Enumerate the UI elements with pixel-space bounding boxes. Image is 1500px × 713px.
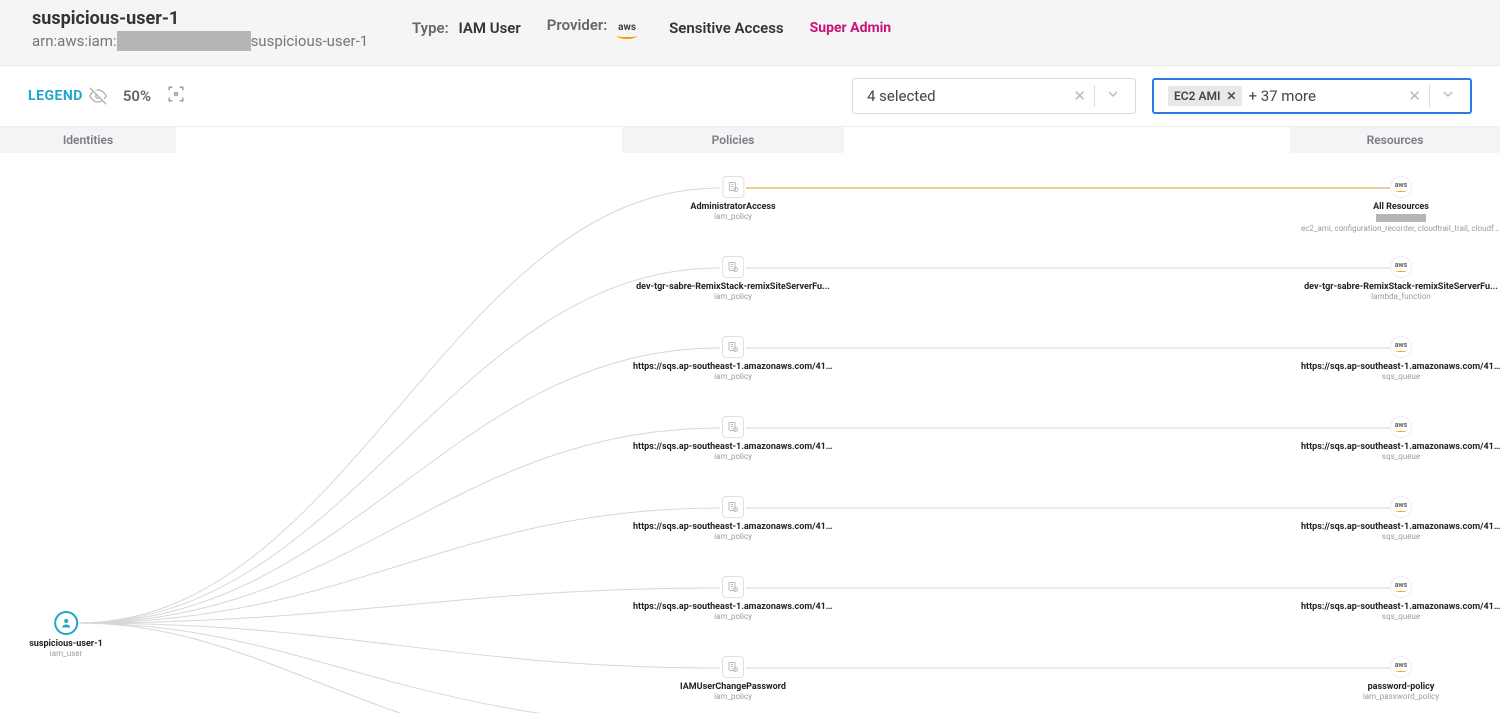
type-field: Type: IAM User: [412, 19, 521, 37]
policy-name: AdministratorAccess: [690, 202, 775, 212]
aws-icon: aws: [1390, 416, 1412, 438]
identity-node[interactable]: suspicious-user-1 iam_user: [29, 611, 103, 658]
policy-icon: [722, 336, 744, 358]
resource-type: iam_password_policy: [1363, 692, 1439, 701]
resource-type: sqs_queue: [1301, 532, 1500, 541]
resource-type: sqs_queue: [1301, 612, 1500, 621]
aws-icon: aws: [1390, 576, 1412, 598]
resource-type: lambda_function: [1304, 292, 1498, 301]
policy-type: iam_policy: [633, 532, 833, 541]
resource-name: https://sqs.ap-southeast-1.amazonaws.com…: [1301, 362, 1500, 372]
aws-icon: aws: [1390, 496, 1412, 518]
col-policies: Policies: [622, 127, 844, 153]
chip-label: EC2 AMI: [1174, 89, 1220, 103]
aws-icon: aws: [1390, 336, 1412, 358]
chevron-down-icon[interactable]: [1430, 86, 1462, 106]
policy-node[interactable]: AdministratorAccessiam_policy: [690, 176, 775, 221]
graph-canvas[interactable]: suspicious-user-1 iam_user Administrator…: [0, 153, 1500, 713]
policy-icon: [722, 176, 744, 198]
resource-name: password-policy: [1363, 682, 1439, 692]
redacted-bar: [1376, 214, 1426, 222]
policy-node[interactable]: https://sqs.ap-southeast-1.amazonaws.com…: [633, 576, 833, 621]
resource-node[interactable]: aws https://sqs.ap-southeast-1.amazonaws.…: [1301, 496, 1500, 541]
policy-type: iam_policy: [633, 372, 833, 381]
policy-icon: [722, 656, 744, 678]
identity-type: iam_user: [29, 649, 103, 658]
arn-text: arn:aws:iam: suspicious-user-1: [32, 31, 412, 51]
user-icon: [54, 611, 78, 635]
resource-name: All Resources: [1301, 202, 1500, 212]
identity-filter-select[interactable]: 4 selected ✕: [852, 78, 1136, 114]
policy-node[interactable]: IAMUserChangePasswordiam_policy: [680, 656, 786, 701]
policy-icon: [722, 576, 744, 598]
aws-icon: aws: [1390, 256, 1412, 278]
type-value: IAM User: [458, 19, 520, 37]
policy-name: https://sqs.ap-southeast-1.amazonaws.com…: [633, 522, 833, 532]
resource-type: sqs_queue: [1301, 372, 1500, 381]
col-identities: Identities: [0, 127, 176, 153]
resource-name: https://sqs.ap-southeast-1.amazonaws.com…: [1301, 442, 1500, 452]
policy-name: dev-tgr-sabre-RemixStack-remixSiteServer…: [636, 282, 830, 292]
chevron-down-icon[interactable]: [1095, 86, 1127, 106]
arn-redacted: [117, 31, 251, 51]
identity-filter-text: 4 selected: [867, 87, 1065, 105]
resource-name: dev-tgr-sabre-RemixStack-remixSiteServer…: [1304, 282, 1498, 292]
aws-icon: aws: [1390, 176, 1412, 198]
legend-label: LEGEND: [28, 88, 83, 104]
type-label: Type:: [412, 19, 449, 37]
filter-chip-ec2-ami[interactable]: EC2 AMI ✕: [1168, 86, 1242, 106]
page-title: suspicious-user-1: [32, 8, 412, 29]
more-count: + 37 more: [1248, 87, 1315, 105]
col-resources: Resources: [1290, 127, 1500, 153]
column-headers: Identities Policies Resources: [0, 126, 1500, 153]
resource-node[interactable]: aws https://sqs.ap-southeast-1.amazonaws.…: [1301, 416, 1500, 461]
resource-name: https://sqs.ap-southeast-1.amazonaws.com…: [1301, 602, 1500, 612]
arn-prefix: arn:aws:iam:: [32, 32, 117, 50]
policy-type: iam_policy: [633, 452, 833, 461]
policy-type: iam_policy: [636, 292, 830, 301]
policy-icon: [722, 416, 744, 438]
clear-resource-filter-icon[interactable]: ✕: [1400, 87, 1429, 105]
provider-field: Provider: aws: [547, 16, 637, 39]
aws-logo-icon: aws: [617, 23, 637, 39]
resource-type: ec2_ami, configuration_recorder, cloudtr…: [1301, 224, 1500, 233]
policy-node[interactable]: dev-tgr-sabre-RemixStack-remixSiteServer…: [636, 256, 830, 301]
policy-type: iam_policy: [690, 212, 775, 221]
zoom-level: 50%: [123, 87, 151, 105]
chip-remove-icon[interactable]: ✕: [1226, 89, 1236, 103]
resource-node[interactable]: aws All Resources ec2_ami, configuration_r…: [1301, 176, 1500, 233]
legend-toggle[interactable]: LEGEND: [28, 87, 107, 105]
resource-node[interactable]: aws password-policyiam_password_policy: [1363, 656, 1439, 701]
policy-type: iam_policy: [680, 692, 786, 701]
sensitive-access-label: Sensitive Access: [669, 19, 784, 37]
policy-name: IAMUserChangePassword: [680, 682, 786, 692]
resource-node[interactable]: aws dev-tgr-sabre-RemixStack-remixSiteSer…: [1304, 256, 1498, 301]
policy-node[interactable]: https://sqs.ap-southeast-1.amazonaws.com…: [633, 336, 833, 381]
arn-suffix: suspicious-user-1: [251, 32, 369, 50]
fit-screen-button[interactable]: [167, 85, 185, 107]
eye-off-icon: [89, 87, 107, 105]
policy-name: https://sqs.ap-southeast-1.amazonaws.com…: [633, 442, 833, 452]
policy-name: https://sqs.ap-southeast-1.amazonaws.com…: [633, 362, 833, 372]
policy-name: https://sqs.ap-southeast-1.amazonaws.com…: [633, 602, 833, 612]
resource-name: https://sqs.ap-southeast-1.amazonaws.com…: [1301, 522, 1500, 532]
policy-icon: [722, 496, 744, 518]
aws-icon: aws: [1390, 656, 1412, 678]
clear-identity-filter-icon[interactable]: ✕: [1065, 87, 1094, 105]
provider-label: Provider:: [547, 16, 608, 34]
resource-filter-select[interactable]: EC2 AMI ✕ + 37 more ✕: [1152, 78, 1472, 114]
header: suspicious-user-1 arn:aws:iam: suspiciou…: [0, 0, 1500, 66]
policy-icon: [722, 256, 744, 278]
policy-type: iam_policy: [633, 612, 833, 621]
resource-node[interactable]: aws https://sqs.ap-southeast-1.amazonaws.…: [1301, 576, 1500, 621]
resource-node[interactable]: aws https://sqs.ap-southeast-1.amazonaws.…: [1301, 336, 1500, 381]
identity-name: suspicious-user-1: [29, 639, 103, 649]
resource-type: sqs_queue: [1301, 452, 1500, 461]
policy-node[interactable]: https://sqs.ap-southeast-1.amazonaws.com…: [633, 496, 833, 541]
super-admin-badge: Super Admin: [810, 20, 891, 36]
toolbar: LEGEND 50% 4 selected ✕ EC2 AMI ✕ + 37 m…: [0, 66, 1500, 126]
policy-node[interactable]: https://sqs.ap-southeast-1.amazonaws.com…: [633, 416, 833, 461]
